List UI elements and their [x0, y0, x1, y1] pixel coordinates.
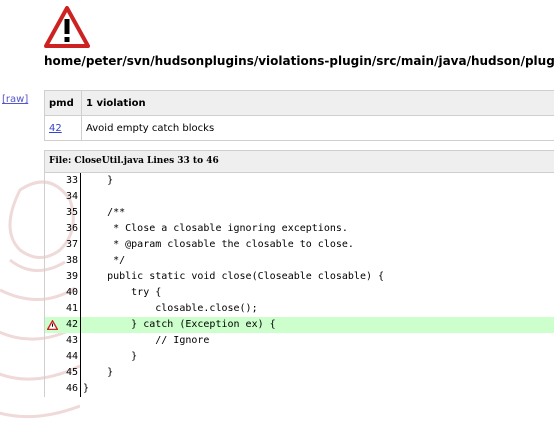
code-line: 33 } [45, 173, 554, 189]
line-number-text: 42 [65, 319, 78, 330]
line-number-text: 40 [65, 287, 78, 298]
line-number: 38 [45, 253, 81, 269]
code-line: 39 public static void close(Closeable cl… [45, 269, 554, 285]
line-number-text: 45 [65, 367, 78, 378]
line-number-text: 38 [65, 255, 78, 266]
code-line: 45 } [45, 365, 554, 381]
warning-icon[interactable] [47, 320, 58, 330]
code-line: 43 // Ignore [45, 333, 554, 349]
line-number: 46 [45, 381, 81, 397]
line-number: 43 [45, 333, 81, 349]
code-text: } [83, 383, 90, 394]
code-line: 44 } [45, 349, 554, 365]
line-number: 34 [45, 189, 81, 205]
line-number-text: 36 [65, 223, 78, 234]
source-file-block: File: CloseUtil.java Lines 33 to 46 33 }… [44, 150, 554, 397]
file-header: File: CloseUtil.java Lines 33 to 46 [45, 151, 554, 173]
code-line: 42 } catch (Exception ex) { [45, 317, 554, 333]
code-text: * @param closable the closable to close. [83, 239, 354, 250]
line-number-text: 46 [65, 383, 78, 394]
code-line: 35 /** [45, 205, 554, 221]
line-number: 37 [45, 237, 81, 253]
code-text: closable.close(); [83, 303, 258, 314]
line-number-text: 37 [65, 239, 78, 250]
line-number: 42 [45, 317, 81, 333]
line-number: 36 [45, 221, 81, 237]
code-text: } catch (Exception ex) { [83, 319, 276, 330]
line-number: 45 [45, 365, 81, 381]
violation-line-link[interactable]: 42 [49, 123, 62, 134]
code-text: // Ignore [83, 335, 210, 346]
code-text: } [83, 175, 114, 186]
line-number-text: 41 [65, 303, 78, 314]
code-text: } [83, 367, 114, 378]
table-row: 42 Avoid empty catch blocks [44, 115, 554, 141]
violation-count-header: 1 violation [81, 90, 554, 116]
violations-table-header: pmd 1 violation [44, 90, 554, 116]
violation-message: Avoid empty catch blocks [81, 115, 554, 141]
file-path-title: home/peter/svn/hudsonplugins/violations-… [44, 54, 554, 68]
code-text: * Close a closable ignoring exceptions. [83, 223, 348, 234]
code-line: 34 [45, 189, 554, 205]
line-number: 40 [45, 285, 81, 301]
line-number-text: 35 [65, 207, 78, 218]
raw-link[interactable]: [raw] [2, 94, 28, 105]
line-number: 41 [45, 301, 81, 317]
line-number: 35 [45, 205, 81, 221]
code-line: 37 * @param closable the closable to clo… [45, 237, 554, 253]
code-text: } [83, 351, 138, 362]
line-number: 33 [45, 173, 81, 189]
code-text: public static void close(Closeable closa… [83, 271, 385, 282]
line-number-text: 43 [65, 335, 78, 346]
code-line: 40 try { [45, 285, 554, 301]
line-number-text: 44 [65, 351, 78, 362]
pmd-header: pmd [44, 90, 82, 116]
violation-line-cell: 42 [44, 115, 82, 141]
violations-table: pmd 1 violation 42 Avoid empty catch blo… [44, 90, 554, 141]
line-number-text: 34 [65, 191, 78, 202]
code-line: 38 */ [45, 253, 554, 269]
code-line: 41 closable.close(); [45, 301, 554, 317]
line-number-text: 33 [65, 175, 78, 186]
code-line: 46} [45, 381, 554, 397]
line-number: 44 [45, 349, 81, 365]
code-text: try { [83, 287, 162, 298]
code-text: /** [83, 207, 126, 218]
code-listing: 33 } 34 35 /** 36 * Close a closable ignori… [45, 173, 554, 397]
line-number: 39 [45, 269, 81, 285]
code-text: */ [83, 255, 126, 266]
code-line: 36 * Close a closable ignoring exception… [45, 221, 554, 237]
page: home/peter/svn/hudsonplugins/violations-… [0, 0, 554, 421]
line-number-text: 39 [65, 271, 78, 282]
warning-icon [44, 6, 90, 48]
